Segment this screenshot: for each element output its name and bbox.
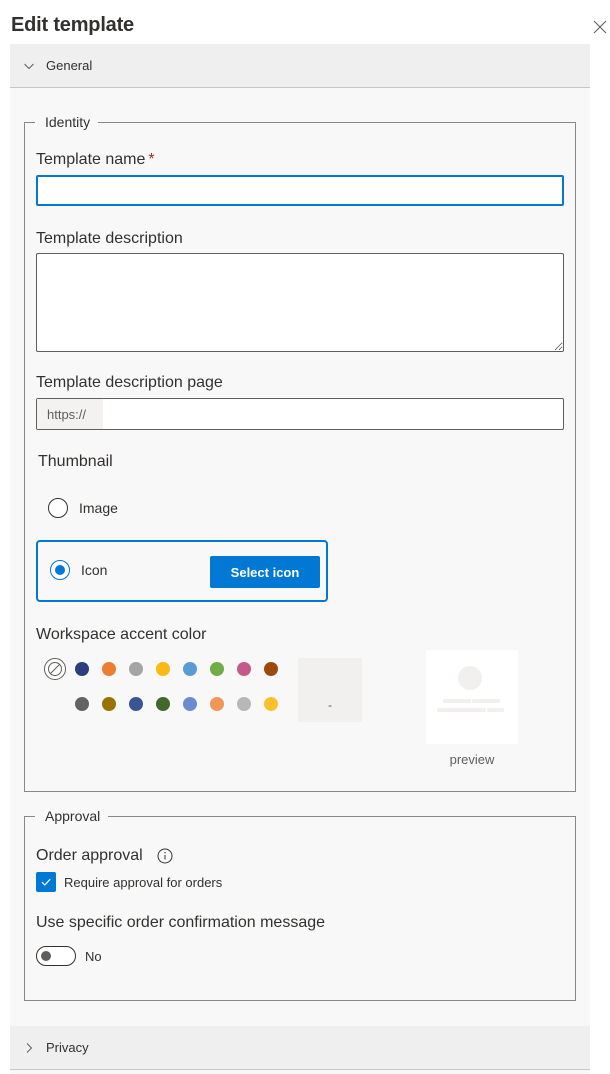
- color-swatch[interactable]: [75, 697, 89, 711]
- color-swatch[interactable]: [183, 662, 197, 676]
- color-swatch[interactable]: [264, 697, 278, 711]
- color-swatch[interactable]: [210, 697, 224, 711]
- order-approval-text: Order approval: [36, 847, 143, 864]
- preview-line: [487, 708, 504, 712]
- template-description-page-input[interactable]: [103, 399, 563, 429]
- color-swatch[interactable]: [102, 662, 116, 676]
- close-button[interactable]: [593, 20, 607, 34]
- required-marker: *: [148, 151, 155, 168]
- thumbnail-label: Thumbnail: [38, 453, 113, 470]
- color-swatch[interactable]: [264, 662, 278, 676]
- close-icon: [593, 20, 607, 34]
- radio-icon[interactable]: [50, 560, 70, 580]
- chevron-right-icon: [22, 1041, 36, 1055]
- selected-color-value: -: [328, 698, 332, 712]
- selected-color-box: -: [298, 658, 362, 722]
- template-name-input[interactable]: [36, 175, 564, 206]
- thumbnail-option-image[interactable]: Image: [48, 498, 118, 518]
- section-label-general: General: [46, 58, 93, 73]
- color-swatch[interactable]: [237, 662, 251, 676]
- color-swatch[interactable]: [156, 662, 170, 676]
- page-title: Edit template: [11, 14, 134, 36]
- confirmation-message-toggle[interactable]: [36, 946, 76, 966]
- checkmark-icon: [41, 878, 51, 886]
- template-description-page-field: https://: [36, 398, 564, 430]
- preview-line: [437, 708, 486, 712]
- require-approval-label: Require approval for orders: [64, 874, 223, 890]
- preview-line: [472, 699, 500, 703]
- toggle-state-label: No: [85, 948, 102, 964]
- color-swatch[interactable]: [102, 697, 116, 711]
- thumbnail-option-icon[interactable]: Icon: [50, 560, 107, 580]
- confirmation-message-label: Use specific order confirmation message: [36, 914, 326, 931]
- info-icon[interactable]: [157, 848, 173, 864]
- no-color-swatch[interactable]: [44, 658, 66, 680]
- section-header-general[interactable]: General: [10, 44, 590, 88]
- template-description-page-label: Template description page: [36, 374, 223, 391]
- color-swatch[interactable]: [75, 662, 89, 676]
- chevron-down-icon: [22, 59, 36, 73]
- template-name-label: Template name *: [36, 151, 155, 169]
- no-color-icon: [48, 662, 62, 676]
- color-swatch[interactable]: [183, 697, 197, 711]
- url-prefix: https://: [37, 399, 103, 429]
- approval-group: Approval: [24, 808, 576, 1001]
- identity-legend: Identity: [45, 114, 91, 130]
- confirmation-message-toggle-row[interactable]: No: [36, 946, 102, 966]
- approval-legend: Approval: [45, 808, 101, 824]
- color-swatch[interactable]: [210, 662, 224, 676]
- color-swatch[interactable]: [129, 662, 143, 676]
- radio-image-label: Image: [79, 500, 118, 516]
- section-label-privacy: Privacy: [46, 1040, 89, 1055]
- section-header-privacy[interactable]: Privacy: [10, 1026, 590, 1070]
- select-icon-button[interactable]: Select icon: [210, 556, 320, 588]
- order-approval-label: Order approval: [36, 847, 173, 865]
- color-swatch[interactable]: [237, 697, 251, 711]
- preview-card: [426, 650, 518, 744]
- template-name-label-text: Template name: [36, 151, 146, 168]
- accent-color-label: Workspace accent color: [36, 626, 207, 643]
- preview-avatar-placeholder: [458, 666, 482, 690]
- preview-line: [443, 699, 471, 703]
- radio-icon-label: Icon: [81, 562, 108, 578]
- template-description-label: Template description: [36, 230, 183, 247]
- require-approval-checkbox-row[interactable]: Require approval for orders: [36, 872, 222, 892]
- thumbnail-option-icon-card: Icon Select icon: [36, 540, 328, 602]
- preview-label: preview: [449, 752, 495, 767]
- template-form-panel: General Identity Template name * Template…: [10, 44, 590, 1074]
- radio-image[interactable]: [48, 498, 68, 518]
- color-swatch[interactable]: [156, 697, 170, 711]
- color-swatch[interactable]: [129, 697, 143, 711]
- require-approval-checkbox[interactable]: [36, 872, 56, 892]
- template-description-input[interactable]: [36, 253, 564, 352]
